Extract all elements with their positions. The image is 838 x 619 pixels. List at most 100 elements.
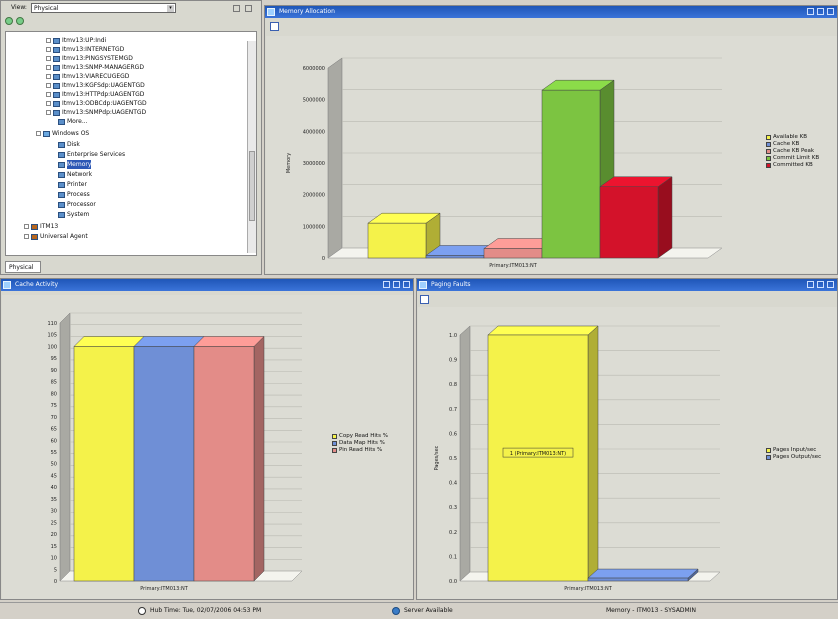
tree-item[interactable]: Windows OS	[36, 129, 89, 138]
tree-item[interactable]: Itmv13:VIARECUGEGD	[46, 72, 129, 81]
y-tick-label: 85	[51, 380, 57, 386]
expand-icon[interactable]	[46, 47, 51, 52]
tree-item[interactable]: Printer	[58, 180, 87, 189]
y-tick-label: 70	[51, 415, 57, 421]
y-tick-label: 75	[51, 403, 57, 409]
view-select-value: Physical	[34, 5, 59, 12]
tree-item[interactable]: ITM13	[24, 222, 58, 231]
server-status-icon	[392, 607, 400, 615]
y-tick-label: 105	[47, 333, 57, 339]
expand-icon[interactable]	[46, 65, 51, 70]
legend-label: Commit Limit KB	[773, 155, 820, 161]
properties-icon[interactable]	[420, 295, 429, 304]
paging-faults-panel: Paging Faults 0.0 0.1 0.2 0.3 0.4 0.5 0.6 0.7 0.…	[416, 278, 838, 600]
close-icon[interactable]	[827, 281, 834, 288]
legend-swatch	[332, 448, 337, 453]
legend-swatch	[766, 455, 771, 460]
forward-icon[interactable]	[16, 17, 24, 25]
legend-swatch	[766, 149, 771, 154]
y-tick-label: 15	[51, 544, 57, 550]
close-icon[interactable]	[403, 281, 410, 288]
tree-item[interactable]: Itmv13:INTERNETGD	[46, 45, 124, 54]
expand-icon[interactable]	[46, 101, 51, 106]
maximize-icon[interactable]	[817, 8, 824, 15]
tree-item[interactable]: Itmv13:ODBCdp:UAGENTGD	[46, 99, 147, 108]
expand-icon[interactable]	[24, 234, 29, 239]
tree-item[interactable]: Disk	[58, 140, 80, 149]
y-tick-label: 35	[51, 497, 57, 503]
attribute-group-icon	[58, 141, 65, 148]
expand-icon[interactable]	[46, 56, 51, 61]
tree-item[interactable]: System	[58, 210, 89, 219]
legend-item: Pages Output/sec	[766, 454, 821, 461]
chevron-down-icon: ▾	[167, 5, 174, 12]
y-tick-label: 0	[322, 256, 325, 262]
tree-item[interactable]: Itmv13:SNMP-MANAGERGD	[46, 63, 144, 72]
cache-activity-panel: Cache Activity 0 5 10 15 20 25 30 35 40 45 50 55 60 6…	[0, 278, 414, 600]
expand-icon[interactable]	[46, 110, 51, 115]
expand-icon[interactable]	[46, 92, 51, 97]
tree-item-label: Enterprise Services	[67, 151, 126, 158]
legend-item: Commit Limit KB	[766, 155, 819, 162]
maximize-icon[interactable]	[245, 5, 252, 12]
attribute-group-icon	[58, 118, 65, 125]
tree-item-label: More...	[67, 118, 88, 125]
tree-scrollbar[interactable]	[247, 41, 256, 253]
bar-top	[193, 336, 265, 347]
expand-icon[interactable]	[46, 38, 51, 43]
agent-icon	[53, 55, 60, 62]
maximize-icon[interactable]	[393, 281, 400, 288]
tree-item-label: Processor	[67, 201, 96, 208]
expand-icon[interactable]	[46, 83, 51, 88]
minimize-icon[interactable]	[233, 5, 240, 12]
tree-item[interactable]: Itmv13:SNMPdp:UAGENTGD	[46, 108, 146, 117]
properties-icon[interactable]	[270, 22, 279, 31]
tree-item[interactable]: Universal Agent	[24, 232, 88, 241]
y-tick-label: 45	[51, 473, 57, 479]
maximize-icon[interactable]	[817, 281, 824, 288]
tree-item[interactable]: Memory	[58, 160, 92, 169]
tree-item-label: System	[67, 211, 90, 218]
y-tick-label: 25	[51, 520, 57, 526]
tree-item-label: Memory	[67, 160, 92, 169]
tab-physical[interactable]: Physical	[5, 261, 41, 273]
tree-item[interactable]: Itmv13:PINGSYSTEMGD	[46, 54, 133, 63]
bar-top	[73, 336, 145, 347]
tree-item-label: Itmv13:PINGSYSTEMGD	[62, 55, 133, 62]
expand-icon[interactable]	[36, 131, 41, 136]
tree-item[interactable]: Itmv13:UP:Indi	[46, 36, 106, 45]
back-icon[interactable]	[5, 17, 13, 25]
navigator-panel: View: Physical ▾ Itmv13:UP:Indi Itmv13:IN…	[0, 0, 262, 275]
legend-swatch	[332, 434, 337, 439]
agent-icon	[43, 130, 50, 137]
expand-icon[interactable]	[24, 224, 29, 229]
view-select[interactable]: Physical ▾	[31, 3, 176, 13]
tree-item[interactable]: Network	[58, 170, 92, 179]
minimize-icon[interactable]	[807, 281, 814, 288]
cache-activity-titlebar: Cache Activity	[1, 279, 413, 291]
close-icon[interactable]	[827, 8, 834, 15]
tree-item[interactable]: Itmv13:KGFSdp:UAGENTGD	[46, 81, 145, 90]
agent-icon	[53, 109, 60, 116]
bar	[367, 222, 427, 259]
scroll-thumb[interactable]	[249, 151, 255, 221]
tree-item[interactable]: More...	[58, 117, 88, 126]
y-tick-label: 0.6	[449, 431, 457, 437]
minimize-icon[interactable]	[807, 8, 814, 15]
tree-item[interactable]: Enterprise Services	[58, 150, 125, 159]
bar	[133, 346, 195, 582]
hub-time-text: Hub Time: Tue, 02/07/2006 04:53 PM	[150, 607, 262, 614]
tree-item[interactable]: Process	[58, 190, 90, 199]
expand-icon[interactable]	[46, 74, 51, 79]
tree-item-label: Itmv13:ODBCdp:UAGENTGD	[62, 100, 147, 107]
legend-label: Available KB	[773, 134, 808, 140]
y-tick-label: 0.7	[449, 407, 457, 413]
tree-item[interactable]: Itmv13:HTTPdp:UAGENTGD	[46, 90, 144, 99]
legend-item: Copy Read Hits %	[332, 433, 388, 440]
y-tick-label: 90	[51, 368, 57, 374]
legend-swatch	[766, 156, 771, 161]
minimize-icon[interactable]	[383, 281, 390, 288]
tree-item-label: Itmv13:INTERNETGD	[62, 46, 125, 53]
agent-icon	[53, 100, 60, 107]
tree-item[interactable]: Processor	[58, 200, 96, 209]
